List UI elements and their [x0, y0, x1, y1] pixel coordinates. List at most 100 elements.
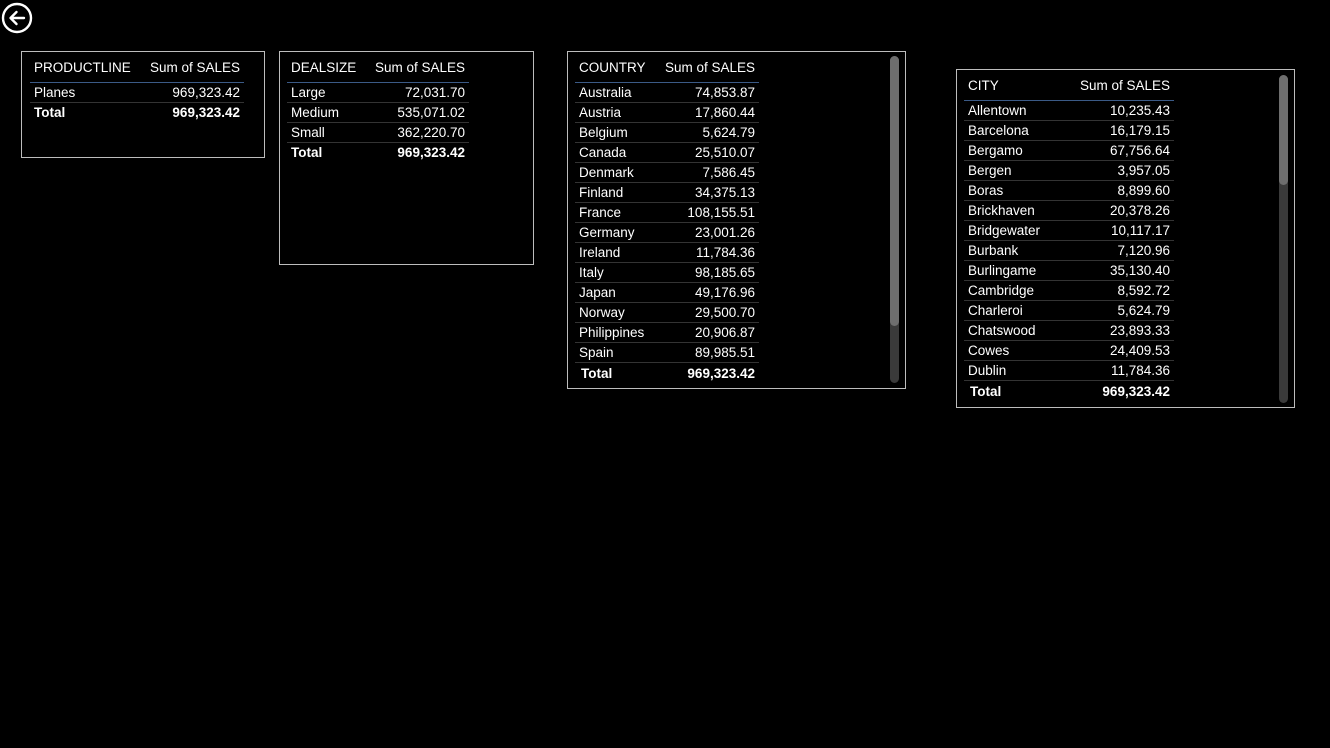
- city-cell: Bergen: [964, 160, 1061, 181]
- table-row[interactable]: Cambridge 8,592.72: [964, 280, 1174, 301]
- sales-cell: 16,179.15: [1060, 120, 1174, 141]
- sales-cell: 11,784.36: [655, 242, 759, 263]
- table-row[interactable]: France 108,155.51: [575, 202, 759, 223]
- city-cell: Allentown: [964, 100, 1061, 121]
- table-row[interactable]: Austria 17,860.44: [575, 102, 759, 123]
- city-table: CITY Sum of SALES Allentown 10,235.43 Bar…: [964, 70, 1174, 403]
- table-row[interactable]: Denmark 7,586.45: [575, 162, 759, 183]
- city-cell: Cowes: [964, 340, 1061, 361]
- sales-cell: 20,906.87: [655, 322, 759, 343]
- sales-cell: 969,323.42: [140, 82, 244, 103]
- table-row[interactable]: Australia 74,853.87: [575, 82, 759, 103]
- vertical-scrollbar[interactable]: [1279, 75, 1288, 403]
- column-header-sum-of-sales[interactable]: Sum of SALES: [1060, 70, 1174, 101]
- table-row[interactable]: Philippines 20,906.87: [575, 322, 759, 343]
- table-row[interactable]: Allentown 10,235.43: [964, 100, 1174, 121]
- total-row: Total 969,323.42: [287, 142, 469, 162]
- sales-cell: 72,031.70: [364, 82, 469, 103]
- productline-table-visual[interactable]: PRODUCTLINE Sum of SALES Planes 969,323.…: [21, 51, 265, 158]
- table-row[interactable]: Bergamo 67,756.64: [964, 140, 1174, 161]
- column-header-sum-of-sales[interactable]: Sum of SALES: [655, 52, 759, 83]
- table-row[interactable]: Bergen 3,957.05: [964, 160, 1174, 181]
- city-cell: Brickhaven: [964, 200, 1061, 221]
- column-header-sum-of-sales[interactable]: Sum of SALES: [140, 52, 244, 83]
- sales-cell: 67,756.64: [1060, 140, 1174, 161]
- sales-cell: 24,409.53: [1060, 340, 1174, 361]
- table-row[interactable]: Japan 49,176.96: [575, 282, 759, 303]
- city-cell: Boras: [964, 180, 1061, 201]
- city-cell: Barcelona: [964, 120, 1061, 141]
- table-row[interactable]: Burbank 7,120.96: [964, 240, 1174, 261]
- scrollbar-thumb[interactable]: [890, 56, 899, 326]
- sales-cell: 20,378.26: [1060, 200, 1174, 221]
- table-row[interactable]: Finland 34,375.13: [575, 182, 759, 203]
- city-cell: Chatswood: [964, 320, 1061, 341]
- sales-cell: 49,176.96: [655, 282, 759, 303]
- table-row[interactable]: Belgium 5,624.79: [575, 122, 759, 143]
- sales-cell: 25,510.07: [655, 142, 759, 163]
- table-row[interactable]: Planes 969,323.42: [30, 82, 244, 103]
- country-cell: Australia: [575, 82, 656, 103]
- city-cell: Cambridge: [964, 280, 1061, 301]
- table-row[interactable]: Dublin 11,784.36: [964, 360, 1174, 381]
- total-value: 969,323.42: [140, 102, 244, 122]
- sales-cell: 17,860.44: [655, 102, 759, 123]
- sales-cell: 11,784.36: [1060, 360, 1174, 381]
- table-row[interactable]: Charleroi 5,624.79: [964, 300, 1174, 321]
- table-row[interactable]: Chatswood 23,893.33: [964, 320, 1174, 341]
- column-header-sum-of-sales[interactable]: Sum of SALES: [364, 52, 469, 83]
- table-row[interactable]: Canada 25,510.07: [575, 142, 759, 163]
- country-cell: Ireland: [575, 242, 656, 263]
- city-cell: Bergamo: [964, 140, 1061, 161]
- sales-cell: 7,586.45: [655, 162, 759, 183]
- country-cell: Austria: [575, 102, 656, 123]
- table-row[interactable]: Cowes 24,409.53: [964, 340, 1174, 361]
- sales-cell: 34,375.13: [655, 182, 759, 203]
- table-row[interactable]: Medium 535,071.02: [287, 102, 469, 123]
- sales-cell: 5,624.79: [655, 122, 759, 143]
- sales-cell: 23,001.26: [655, 222, 759, 243]
- sales-cell: 23,893.33: [1060, 320, 1174, 341]
- table-row[interactable]: Italy 98,185.65: [575, 262, 759, 283]
- dealsize-table-visual[interactable]: DEALSIZE Sum of SALES Large 72,031.70 Me…: [279, 51, 534, 265]
- country-cell: Norway: [575, 302, 656, 323]
- country-cell: Belgium: [575, 122, 656, 143]
- table-row[interactable]: Brickhaven 20,378.26: [964, 200, 1174, 221]
- sales-cell: 108,155.51: [655, 202, 759, 223]
- country-table-visual[interactable]: COUNTRY Sum of SALES Australia 74,853.87 …: [567, 51, 906, 389]
- table-row[interactable]: Boras 8,899.60: [964, 180, 1174, 201]
- total-label: Total: [287, 142, 365, 162]
- column-header-productline[interactable]: PRODUCTLINE: [30, 52, 141, 83]
- column-header-dealsize[interactable]: DEALSIZE: [287, 52, 365, 83]
- sales-cell: 535,071.02: [364, 102, 469, 123]
- city-table-visual[interactable]: CITY Sum of SALES Allentown 10,235.43 Bar…: [956, 69, 1295, 408]
- total-value: 969,323.42: [655, 362, 759, 385]
- column-header-city[interactable]: CITY: [964, 70, 1061, 101]
- table-row[interactable]: Ireland 11,784.36: [575, 242, 759, 263]
- sales-cell: 89,985.51: [655, 342, 759, 363]
- city-cell: Burbank: [964, 240, 1061, 261]
- scrollbar-thumb[interactable]: [1279, 75, 1288, 185]
- table-row[interactable]: Norway 29,500.70: [575, 302, 759, 323]
- vertical-scrollbar[interactable]: [890, 56, 899, 383]
- table-row[interactable]: Germany 23,001.26: [575, 222, 759, 243]
- sales-cell: 29,500.70: [655, 302, 759, 323]
- table-row[interactable]: Small 362,220.70: [287, 122, 469, 143]
- country-table: COUNTRY Sum of SALES Australia 74,853.87 …: [575, 52, 759, 385]
- dealsize-cell: Medium: [287, 102, 365, 123]
- total-row: Total 969,323.42: [30, 102, 244, 122]
- city-cell: Burlingame: [964, 260, 1061, 281]
- table-row[interactable]: Spain 89,985.51: [575, 342, 759, 363]
- total-label: Total: [964, 380, 1061, 403]
- dealsize-table: DEALSIZE Sum of SALES Large 72,031.70 Me…: [287, 52, 469, 162]
- country-cell: Canada: [575, 142, 656, 163]
- total-value: 969,323.42: [1060, 380, 1174, 403]
- back-button[interactable]: [1, 2, 33, 34]
- table-row[interactable]: Burlingame 35,130.40: [964, 260, 1174, 281]
- dealsize-cell: Small: [287, 122, 365, 143]
- country-cell: Italy: [575, 262, 656, 283]
- table-row[interactable]: Barcelona 16,179.15: [964, 120, 1174, 141]
- column-header-country[interactable]: COUNTRY: [575, 52, 656, 83]
- table-row[interactable]: Bridgewater 10,117.17: [964, 220, 1174, 241]
- table-row[interactable]: Large 72,031.70: [287, 82, 469, 103]
